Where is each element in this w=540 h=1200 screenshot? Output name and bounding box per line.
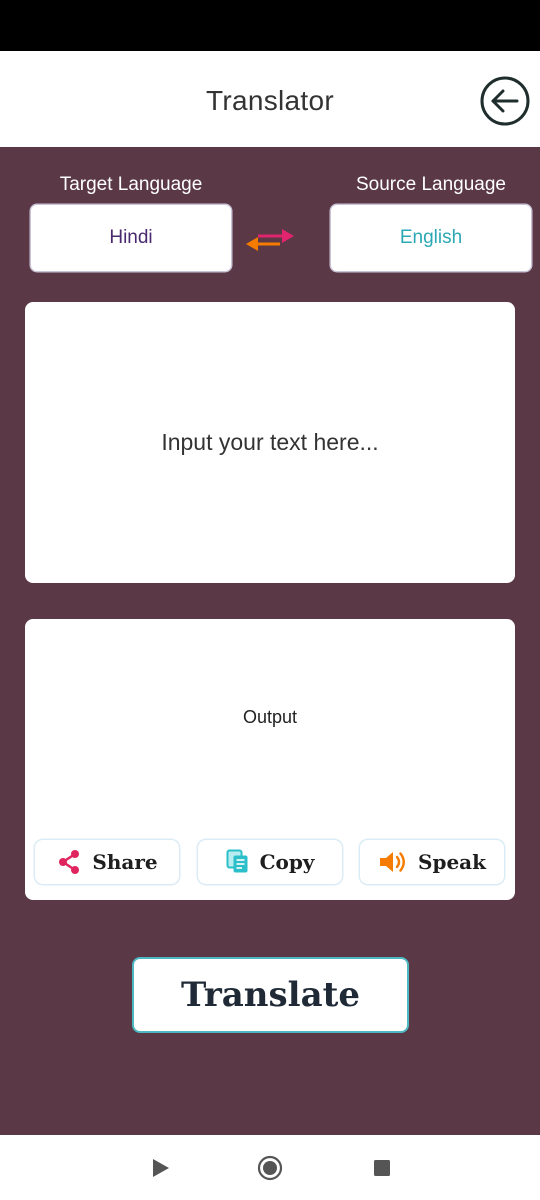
share-icon xyxy=(56,849,82,875)
copy-label: Copy xyxy=(259,850,315,874)
arrow-left-circle-icon xyxy=(480,76,530,126)
target-language-label: Target Language xyxy=(59,174,203,195)
share-label: Share xyxy=(92,850,158,874)
swap-languages-button[interactable] xyxy=(244,227,296,253)
output-card: Output Share Copy Speak xyxy=(25,619,515,900)
share-button[interactable]: Share xyxy=(35,840,179,884)
main-panel: Target Language Source Language Hindi En… xyxy=(0,147,540,1135)
source-language-label: Source Language xyxy=(355,174,506,195)
nav-back-triangle-icon xyxy=(153,1159,169,1177)
swap-arrows-icon xyxy=(246,229,294,251)
page-title: Translator xyxy=(205,85,334,116)
copy-icon xyxy=(226,849,250,875)
nav-home-circle-icon xyxy=(257,1155,283,1181)
output-text: Output xyxy=(242,707,298,727)
system-nav-bar xyxy=(0,1135,540,1200)
copy-button[interactable]: Copy xyxy=(198,840,342,884)
speak-button[interactable]: Speak xyxy=(360,840,504,884)
nav-recents-square-icon xyxy=(374,1160,390,1176)
back-button[interactable] xyxy=(479,75,531,127)
nav-recents-button[interactable] xyxy=(369,1155,395,1181)
source-language-selector[interactable]: English xyxy=(331,205,531,271)
app-header: Translator xyxy=(0,51,540,147)
nav-home-button[interactable] xyxy=(257,1155,283,1181)
target-language-selector[interactable]: Hindi xyxy=(31,205,231,271)
speak-label: Speak xyxy=(418,850,486,874)
nav-back-button[interactable] xyxy=(147,1155,173,1181)
speaker-icon xyxy=(378,849,408,875)
text-input[interactable] xyxy=(25,428,515,457)
status-bar xyxy=(0,0,540,51)
input-card xyxy=(25,302,515,583)
translate-button[interactable]: Translate xyxy=(134,959,407,1031)
